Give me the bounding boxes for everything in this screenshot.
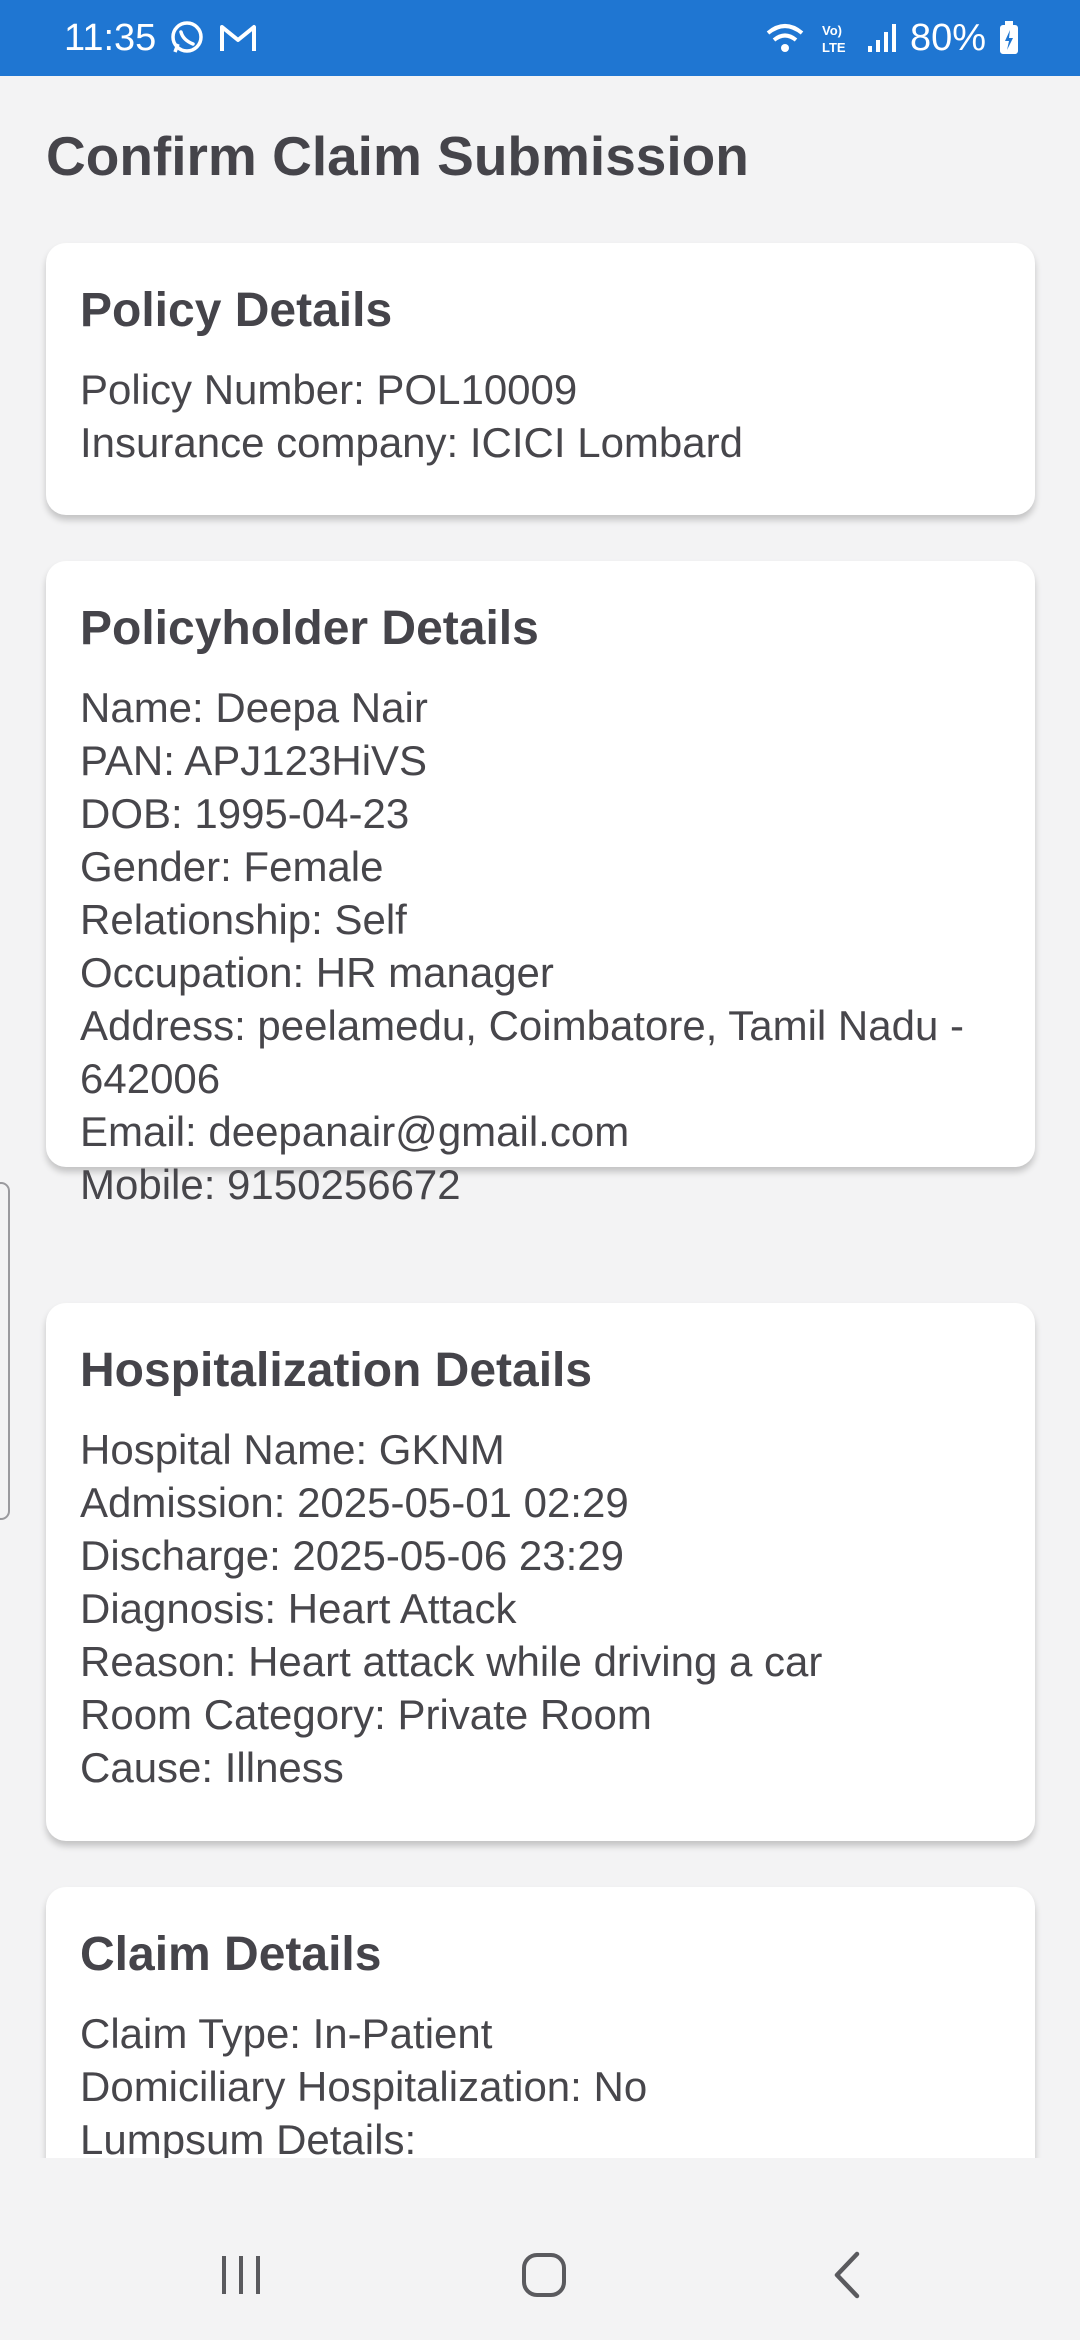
wifi-icon	[764, 21, 806, 55]
claim-type: Claim Type: In-Patient	[80, 2010, 493, 2057]
policy-number: Policy Number: POL10009	[80, 366, 578, 413]
status-bar: 11:35 Vo) LTE 80%	[0, 0, 1080, 76]
back-icon[interactable]	[812, 2240, 882, 2310]
policyholder-occupation: Occupation: HR manager	[80, 949, 554, 996]
policyholder-gender: Gender: Female	[80, 843, 384, 890]
hospitalization-details-heading: Hospitalization Details	[80, 1344, 593, 1397]
battery-icon	[998, 20, 1020, 56]
battery-percent: 80%	[909, 16, 986, 59]
claim-summary-scroll[interactable]: Policy Details Policy Number: POL10009 I…	[0, 210, 1080, 2158]
gmail-icon	[218, 21, 258, 55]
policy-details-heading: Policy Details	[80, 284, 393, 337]
diagnosis: Diagnosis: Heart Attack	[80, 1585, 517, 1632]
status-time: 11:35	[64, 16, 157, 59]
policyholder-pan: PAN: APJ123HiVS	[80, 737, 428, 784]
policyholder-address: Address: peelamedu, Coimbatore, Tamil Na…	[80, 1002, 964, 1102]
edge-panel-handle[interactable]	[0, 1182, 10, 1520]
home-icon[interactable]	[509, 2240, 579, 2310]
whatsapp-icon	[168, 19, 206, 57]
insurance-company: Insurance company: ICICI Lombard	[80, 419, 743, 466]
policyholder-name: Name: Deepa Nair	[80, 684, 428, 731]
hospitalization-cause: Cause: Illness	[80, 1744, 344, 1791]
policyholder-dob: DOB: 1995-04-23	[80, 790, 410, 837]
policyholder-details-card: Policyholder Details Name: Deepa Nair PA…	[46, 561, 1035, 1208]
hospitalization-reason: Reason: Heart attack while driving a car	[80, 1638, 823, 1685]
policy-details-card: Policy Details Policy Number: POL10009 I…	[46, 243, 1035, 515]
policyholder-relationship: Relationship: Self	[80, 896, 407, 943]
svg-text:Vo): Vo)	[822, 23, 842, 38]
claim-details-heading: Claim Details	[80, 1928, 382, 1981]
policyholder-details-heading: Policyholder Details	[80, 602, 539, 655]
volte-icon: Vo) LTE	[818, 20, 854, 56]
lumpsum-details: Lumpsum Details:	[80, 2116, 417, 2158]
room-category: Room Category: Private Room	[80, 1691, 652, 1738]
hospital-name: Hospital Name: GKNM	[80, 1426, 505, 1473]
page-title: Confirm Claim Submission	[46, 125, 749, 187]
admission-date: Admission: 2025-05-01 02:29	[80, 1479, 629, 1526]
signal-icon	[866, 22, 898, 54]
policyholder-mobile: Mobile: 9150256672	[80, 1161, 461, 1208]
hospitalization-details-card: Hospitalization Details Hospital Name: G…	[46, 1303, 1035, 1841]
policyholder-email: Email: deepanair@gmail.com	[80, 1108, 630, 1155]
discharge-date: Discharge: 2025-05-06 23:29	[80, 1532, 625, 1579]
claim-details-card: Claim Details Claim Type: In-Patient Dom…	[46, 1887, 1035, 2158]
svg-text:LTE: LTE	[822, 40, 846, 55]
domiciliary-hospitalization: Domiciliary Hospitalization: No	[80, 2063, 648, 2110]
recent-apps-icon[interactable]	[206, 2240, 276, 2310]
